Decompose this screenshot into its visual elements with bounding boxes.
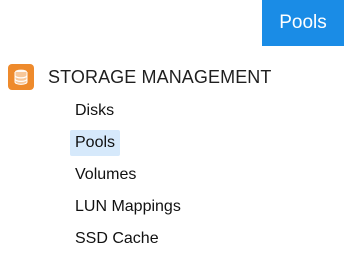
sidebar-item-lun-mappings[interactable]: LUN Mappings [70, 191, 320, 223]
section-title: STORAGE MANAGEMENT [48, 66, 272, 87]
sidebar-item-pools[interactable]: Pools [70, 127, 320, 159]
storage-management-section-header[interactable]: STORAGE MANAGEMENT [8, 62, 344, 92]
storage-nav-list: Disks Pools Volumes LUN Mappings SSD Cac… [70, 95, 320, 255]
sidebar-item-label: Pools [70, 130, 121, 156]
pools-header-badge[interactable]: Pools [262, 0, 344, 46]
sidebar-item-ssd-cache[interactable]: SSD Cache [70, 223, 320, 255]
sidebar-item-label: Volumes [75, 166, 137, 183]
page-root: Pools STORAGE MANAGEMENT Disks Pools Vol… [0, 0, 344, 256]
storage-icon [8, 64, 34, 90]
sidebar-item-label: LUN Mappings [75, 198, 181, 215]
sidebar-item-label: SSD Cache [75, 230, 159, 247]
sidebar-item-disks[interactable]: Disks [70, 95, 320, 127]
sidebar-item-label: Disks [75, 102, 115, 119]
sidebar-item-volumes[interactable]: Volumes [70, 159, 320, 191]
